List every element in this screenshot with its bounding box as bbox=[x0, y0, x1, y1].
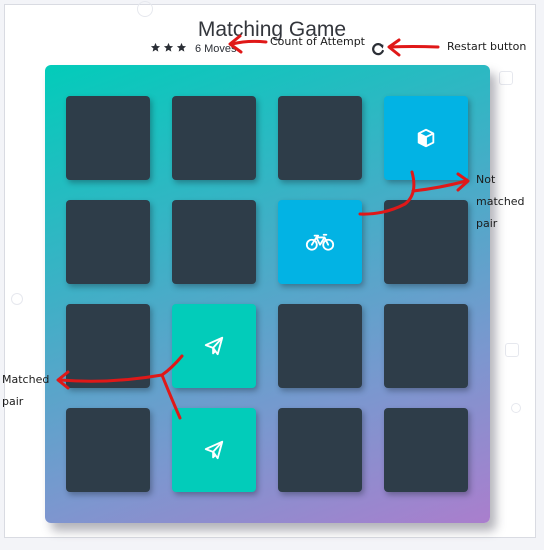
card-closed[interactable] bbox=[172, 200, 256, 284]
card-closed[interactable] bbox=[278, 304, 362, 388]
restart-icon bbox=[372, 43, 384, 56]
bicycle-icon bbox=[305, 232, 335, 252]
annotation-count-of-attempt: Count of Attempt bbox=[270, 35, 365, 48]
card-closed[interactable] bbox=[66, 200, 150, 284]
star-icon bbox=[176, 42, 187, 52]
annotation-matched-pair: Matched pair bbox=[2, 373, 50, 408]
card-match[interactable] bbox=[172, 304, 256, 388]
card-open[interactable] bbox=[384, 96, 468, 180]
score-panel: 6 Moves bbox=[150, 40, 237, 58]
card-closed[interactable] bbox=[384, 408, 468, 492]
card-closed[interactable] bbox=[384, 200, 468, 284]
card-closed[interactable] bbox=[384, 304, 468, 388]
card-open[interactable] bbox=[278, 200, 362, 284]
star-icon bbox=[163, 42, 174, 52]
star-icon bbox=[150, 42, 161, 52]
paper-plane-icon bbox=[203, 439, 225, 461]
paper-plane-icon bbox=[203, 335, 225, 357]
card-closed[interactable] bbox=[172, 96, 256, 180]
star-rating bbox=[150, 42, 189, 56]
card-closed[interactable] bbox=[66, 304, 150, 388]
card-closed[interactable] bbox=[66, 96, 150, 180]
restart-button[interactable] bbox=[370, 41, 386, 57]
card-match[interactable] bbox=[172, 408, 256, 492]
cube-icon bbox=[415, 127, 437, 149]
card-closed[interactable] bbox=[278, 408, 362, 492]
annotation-restart-button: Restart button bbox=[447, 40, 527, 53]
annotation-not-matched-pair: Not matched pair bbox=[476, 173, 525, 230]
moves-label: Moves bbox=[204, 43, 237, 55]
card-closed[interactable] bbox=[66, 408, 150, 492]
card-closed[interactable] bbox=[278, 96, 362, 180]
moves-count: 6 bbox=[195, 43, 202, 55]
card-deck bbox=[45, 65, 490, 523]
